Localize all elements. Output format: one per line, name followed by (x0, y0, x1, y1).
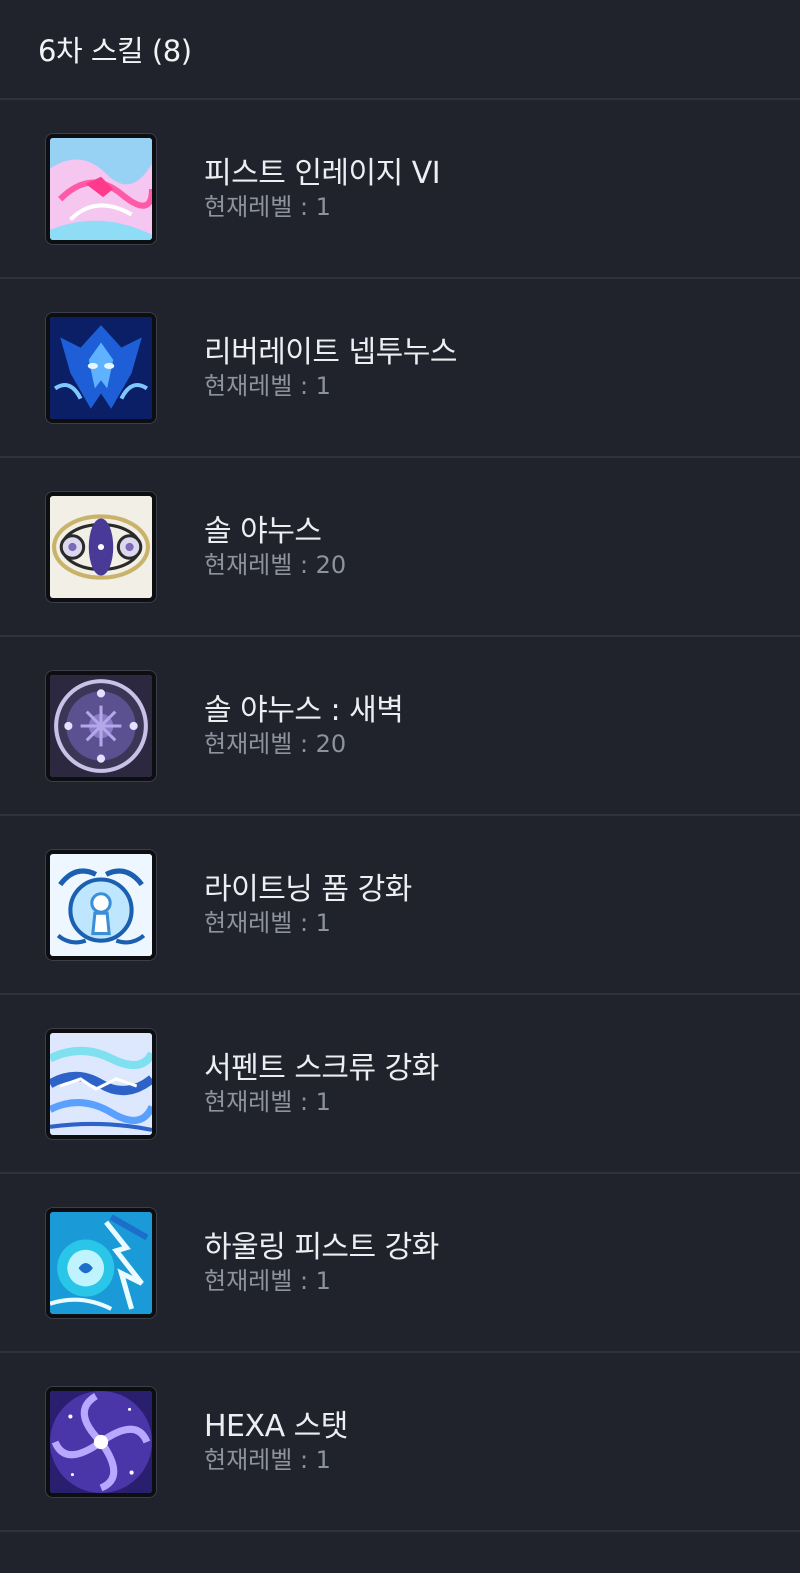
skill-name: 피스트 인레이지 VI (204, 155, 441, 191)
skill-row[interactable]: 리버레이트 넵투누스 현재레벨 : 1 (0, 279, 800, 458)
skill-list: 피스트 인레이지 VI 현재레벨 : 1 리버레이트 넵투누스 현재레벨 : 1 (0, 100, 800, 1532)
skill-level: 현재레벨 : 1 (204, 1266, 331, 1295)
skill-row[interactable]: 라이트닝 폼 강화 현재레벨 : 1 (0, 816, 800, 995)
hexa-stat-icon (46, 1386, 156, 1497)
skill-row[interactable]: 솔 야누스 : 새벽 현재레벨 : 20 (0, 637, 800, 816)
skill-level: 현재레벨 : 1 (204, 371, 331, 400)
lightning-form-icon (46, 849, 156, 960)
section-title: 6차 스킬 (8) (38, 34, 192, 68)
skill-level: 현재레벨 : 20 (204, 550, 347, 579)
skill-level: 현재레벨 : 1 (204, 192, 331, 221)
sol-janus-dawn-icon (46, 670, 156, 781)
skill-level: 현재레벨 : 1 (204, 1445, 331, 1474)
skill-row[interactable]: 하울링 피스트 강화 현재레벨 : 1 (0, 1174, 800, 1353)
skill-name: 라이트닝 폼 강화 (204, 871, 412, 907)
skill-name: 솔 야누스 (204, 513, 322, 549)
skill-level: 현재레벨 : 1 (204, 908, 331, 937)
serpent-screw-icon (46, 1028, 156, 1139)
skill-row[interactable]: 피스트 인레이지 VI 현재레벨 : 1 (0, 100, 800, 279)
skill-level: 현재레벨 : 20 (204, 729, 347, 758)
skill-row[interactable]: 솔 야누스 현재레벨 : 20 (0, 458, 800, 637)
skill-row[interactable]: HEXA 스탯 현재레벨 : 1 (0, 1353, 800, 1532)
howling-fist-icon (46, 1207, 156, 1318)
fist-enrage-icon (46, 133, 156, 244)
skill-row[interactable]: 서펜트 스크류 강화 현재레벨 : 1 (0, 995, 800, 1174)
skill-name: 서펜트 스크류 강화 (204, 1050, 439, 1086)
skill-name: HEXA 스탯 (204, 1408, 348, 1444)
skill-name: 하울링 피스트 강화 (204, 1229, 439, 1265)
liberate-neptunus-icon (46, 312, 156, 423)
skill-name: 솔 야누스 : 새벽 (204, 692, 404, 728)
sol-janus-icon (46, 491, 156, 602)
next-section-peek (0, 1532, 800, 1572)
skill-level: 현재레벨 : 1 (204, 1087, 331, 1116)
skill-name: 리버레이트 넵투누스 (204, 334, 457, 370)
section-header: 6차 스킬 (8) (0, 0, 800, 100)
